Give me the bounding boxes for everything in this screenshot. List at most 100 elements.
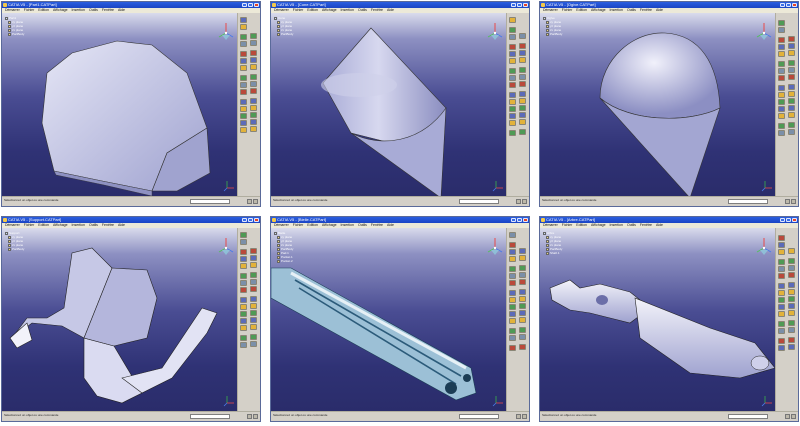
toolbar-tool-icon[interactable]: [778, 68, 785, 74]
toolbar-tool-icon[interactable]: [250, 324, 257, 330]
toolbar-tool-icon[interactable]: [509, 51, 516, 57]
toolbar-tool-icon[interactable]: [509, 75, 516, 81]
toolbar-tool-icon[interactable]: [240, 106, 247, 112]
toolbar-tool-icon[interactable]: [240, 239, 247, 245]
toolbar-tool-icon[interactable]: [788, 105, 795, 111]
toolbar-tool-icon[interactable]: [778, 283, 785, 289]
toolbar-tool-icon[interactable]: [240, 65, 247, 71]
toolbar-tool-icon[interactable]: [519, 98, 526, 104]
toolbar-tool-icon[interactable]: [788, 84, 795, 90]
toolbar-tool-icon[interactable]: [778, 92, 785, 98]
toolbar-tool-icon[interactable]: [519, 74, 526, 80]
toolbar-tool-icon[interactable]: [519, 57, 526, 63]
part-model[interactable]: [540, 228, 777, 413]
toolbar-tool-icon[interactable]: [240, 263, 247, 269]
toolbar-tool-icon[interactable]: [509, 232, 516, 238]
maximize-button[interactable]: [517, 218, 522, 222]
toolbar-tool-icon[interactable]: [778, 321, 785, 327]
toolbar-tool-icon[interactable]: [240, 75, 247, 81]
tree-node[interactable]: Pocket.2: [274, 259, 314, 263]
command-input[interactable]: [190, 414, 230, 419]
toolbar-tool-icon[interactable]: [788, 67, 795, 73]
toolbar-tool-icon[interactable]: [509, 328, 516, 334]
toolbar-tool-icon[interactable]: [250, 33, 257, 39]
toolbar-tool-icon[interactable]: [240, 297, 247, 303]
toolbar-tool-icon[interactable]: [240, 17, 247, 23]
toolbar-tool-icon[interactable]: [240, 51, 247, 57]
compass-icon[interactable]: [754, 21, 774, 41]
toolbar-tool-icon[interactable]: [519, 119, 526, 125]
toolbar-tool-icon[interactable]: [250, 279, 257, 285]
toolbar-tool-icon[interactable]: [788, 272, 795, 278]
minimize-button[interactable]: [780, 3, 785, 7]
toolbar-tool-icon[interactable]: [509, 290, 516, 296]
toolbar-tool-icon[interactable]: [240, 280, 247, 286]
toolbar-tool-icon[interactable]: [250, 126, 257, 132]
toolbar-tool-icon[interactable]: [778, 37, 785, 43]
toolbar-tool-icon[interactable]: [788, 98, 795, 104]
compass-icon[interactable]: [754, 236, 774, 256]
status-icon[interactable]: [522, 414, 527, 419]
toolbar-tool-icon[interactable]: [519, 327, 526, 333]
toolbar-tool-icon[interactable]: [788, 74, 795, 80]
close-button[interactable]: [523, 218, 528, 222]
toolbar-tool-icon[interactable]: [788, 303, 795, 309]
close-button[interactable]: [254, 3, 259, 7]
3d-viewport[interactable]: Cone xy plane yz plane zx plane PartBody: [271, 13, 508, 198]
maximize-button[interactable]: [786, 3, 791, 7]
status-icon[interactable]: [516, 199, 521, 204]
status-icon[interactable]: [247, 414, 252, 419]
toolbar-tool-icon[interactable]: [240, 335, 247, 341]
toolbar-tool-icon[interactable]: [240, 232, 247, 238]
minimize-button[interactable]: [242, 218, 247, 222]
toolbar-tool-icon[interactable]: [250, 50, 257, 56]
toolbar-tool-icon[interactable]: [778, 235, 785, 241]
part-model[interactable]: [2, 13, 239, 198]
toolbar-tool-icon[interactable]: [778, 106, 785, 112]
toolbar-tool-icon[interactable]: [250, 57, 257, 63]
compass-icon[interactable]: [485, 21, 505, 41]
toolbar-tool-icon[interactable]: [250, 262, 257, 268]
toolbar-tool-icon[interactable]: [250, 119, 257, 125]
toolbar-tool-icon[interactable]: [788, 289, 795, 295]
toolbar-tool-icon[interactable]: [778, 328, 785, 334]
toolbar-tool-icon[interactable]: [788, 129, 795, 135]
toolbar-tool-icon[interactable]: [240, 256, 247, 262]
toolbar-tool-icon[interactable]: [240, 34, 247, 40]
close-button[interactable]: [254, 218, 259, 222]
toolbar-tool-icon[interactable]: [519, 310, 526, 316]
toolbar-tool-icon[interactable]: [250, 310, 257, 316]
minimize-button[interactable]: [242, 3, 247, 7]
toolbar-tool-icon[interactable]: [788, 344, 795, 350]
part-model[interactable]: [271, 13, 508, 198]
command-input[interactable]: [728, 199, 768, 204]
toolbar-tool-icon[interactable]: [250, 303, 257, 309]
toolbar-tool-icon[interactable]: [778, 311, 785, 317]
toolbar-tool-icon[interactable]: [519, 33, 526, 39]
toolbar-tool-icon[interactable]: [519, 334, 526, 340]
toolbar-tool-icon[interactable]: [778, 266, 785, 272]
3d-viewport[interactable]: Part1 xy plane yz plane zx plane PartBody: [2, 13, 239, 198]
toolbar-tool-icon[interactable]: [240, 325, 247, 331]
command-input[interactable]: [459, 199, 499, 204]
toolbar-tool-icon[interactable]: [240, 41, 247, 47]
toolbar-tool-icon[interactable]: [240, 113, 247, 119]
status-icon[interactable]: [522, 199, 527, 204]
toolbar-tool-icon[interactable]: [250, 272, 257, 278]
toolbar-tool-icon[interactable]: [509, 335, 516, 341]
toolbar-tool-icon[interactable]: [519, 91, 526, 97]
command-input[interactable]: [190, 199, 230, 204]
toolbar-tool-icon[interactable]: [509, 311, 516, 317]
toolbar-tool-icon[interactable]: [240, 127, 247, 133]
tree-node[interactable]: PartBody: [5, 32, 45, 36]
toolbar-tool-icon[interactable]: [788, 36, 795, 42]
toolbar-tool-icon[interactable]: [519, 81, 526, 87]
compass-icon[interactable]: [485, 236, 505, 256]
toolbar-tool-icon[interactable]: [509, 273, 516, 279]
toolbar-tool-icon[interactable]: [509, 68, 516, 74]
toolbar-tool-icon[interactable]: [250, 248, 257, 254]
toolbar-tool-icon[interactable]: [519, 105, 526, 111]
status-icon[interactable]: [791, 414, 796, 419]
toolbar-tool-icon[interactable]: [778, 99, 785, 105]
toolbar-tool-icon[interactable]: [778, 51, 785, 57]
